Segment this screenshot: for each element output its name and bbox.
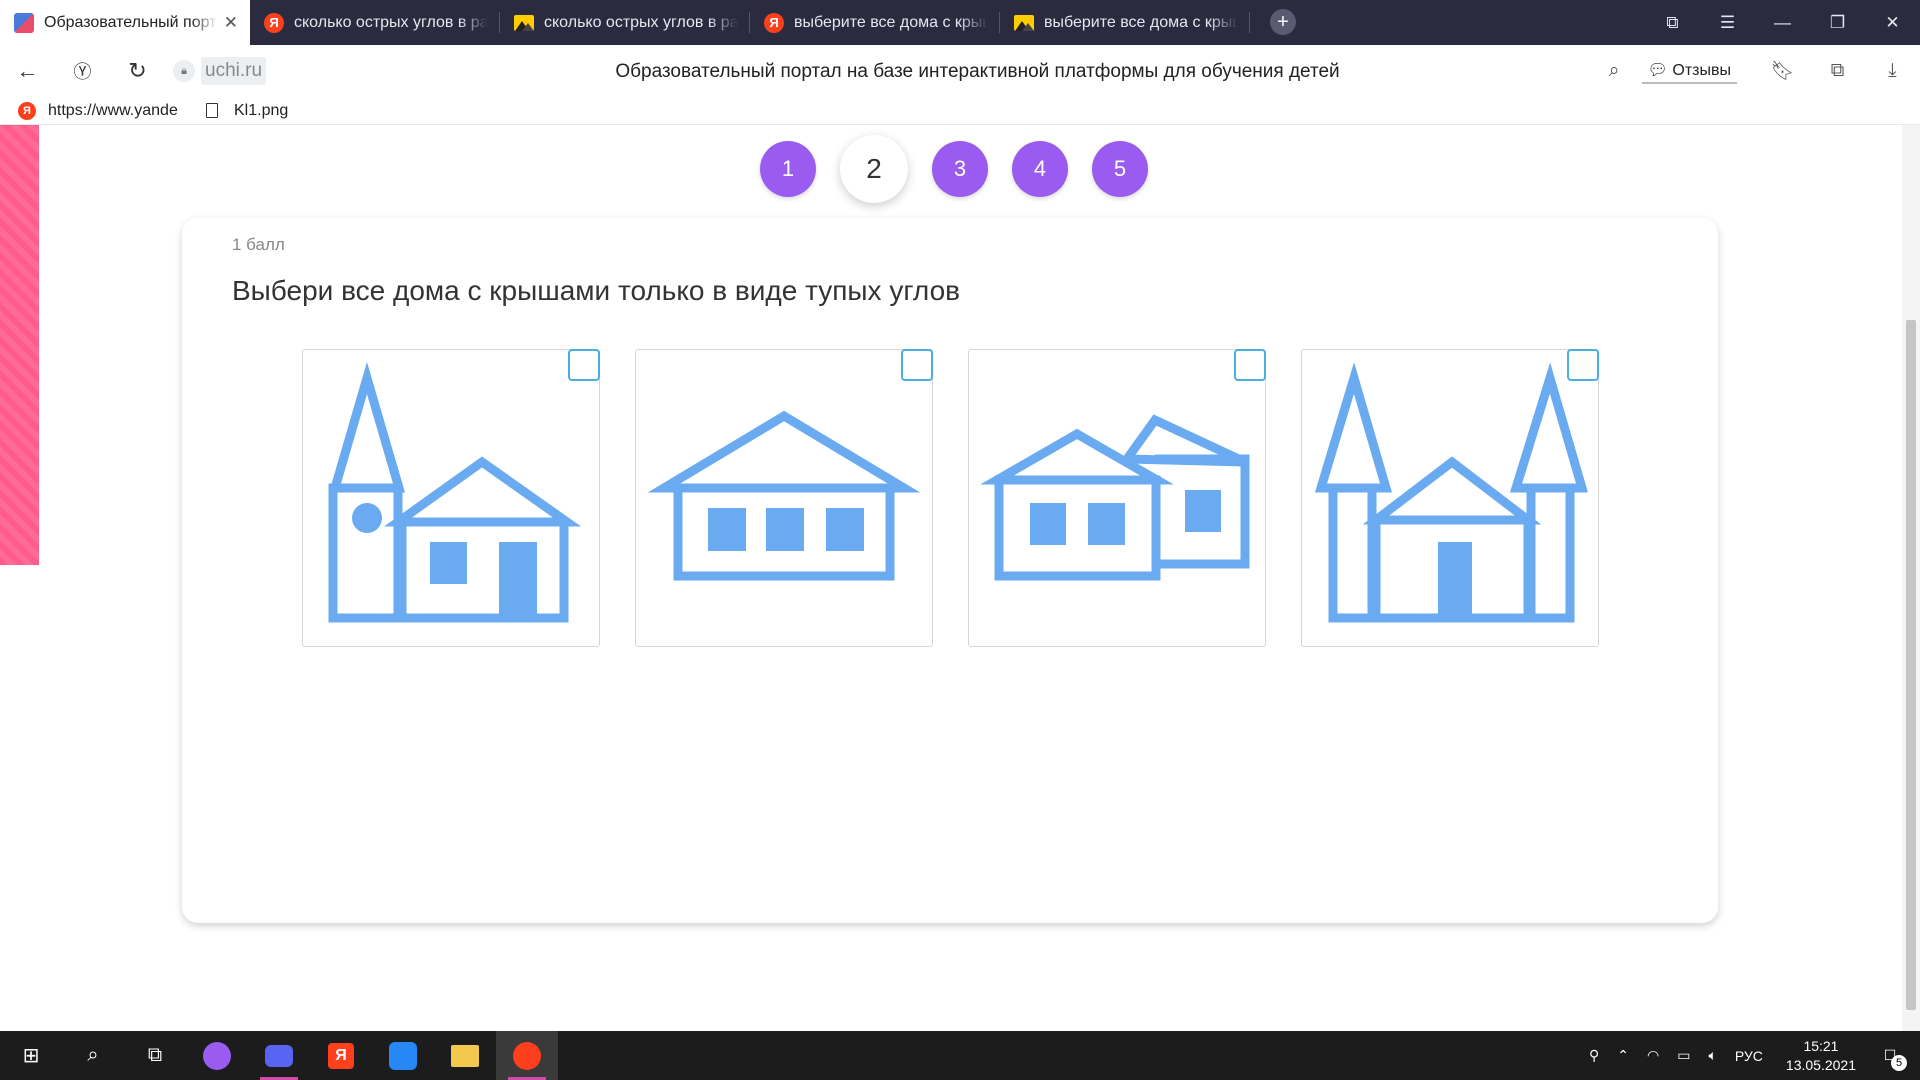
step-2-current[interactable]: 2 xyxy=(840,135,908,203)
minimize-icon[interactable]: — xyxy=(1755,13,1810,33)
wifi-icon[interactable]: ◠ xyxy=(1647,1047,1659,1064)
bookmark-icon[interactable]: 🔖︎ xyxy=(1755,59,1810,83)
answer-checkbox-1[interactable] xyxy=(568,349,600,381)
step-3[interactable]: 3 xyxy=(932,141,988,197)
house-with-tower-picture xyxy=(328,361,582,623)
search-page-icon[interactable]: ⌕ xyxy=(1587,60,1642,82)
url-domain[interactable]: uchi.ru xyxy=(201,57,267,85)
close-tab-icon[interactable]: ✕ xyxy=(224,13,238,33)
reviews-button[interactable]: 💬︎ Отзывы xyxy=(1641,58,1737,84)
battery-icon[interactable]: ▭ xyxy=(1677,1047,1690,1064)
tab-0[interactable]: Образовательный портал на базе интеракти… xyxy=(0,0,250,45)
new-tab-button[interactable]: + xyxy=(1270,9,1296,35)
two-houses-picture xyxy=(980,414,1250,581)
bookmark-label: https://www.yande xyxy=(48,101,178,119)
images-favicon-icon xyxy=(1014,13,1034,33)
download-icon[interactable]: ⤓ xyxy=(1865,60,1920,82)
uchi-favicon-icon xyxy=(14,12,34,33)
side-decoration xyxy=(0,125,39,565)
reviews-label: Отзывы xyxy=(1672,62,1731,79)
tab-1[interactable]: Я сколько острых углов в ра xyxy=(250,0,500,45)
tab-2[interactable]: сколько острых углов в ра xyxy=(500,0,750,45)
scrollbar-thumb[interactable] xyxy=(1906,320,1916,1010)
tab-3[interactable]: Я выберите все дома с крыш xyxy=(750,0,1000,45)
answer-option-4[interactable] xyxy=(1301,349,1599,647)
address-bar: ← Ⓨ ↻ 🔒︎ uchi.ru Образовательный портал … xyxy=(0,45,1920,97)
tab-bar: Образовательный портал на базе интеракти… xyxy=(0,0,1920,45)
yandex-favicon-icon: Я xyxy=(764,12,784,33)
people-icon[interactable]: ⚲ xyxy=(1589,1047,1599,1064)
yandex-browser-icon[interactable] xyxy=(496,1031,558,1080)
answer-option-2[interactable] xyxy=(635,349,933,647)
notifications-icon[interactable]: ☐ 5 xyxy=(1870,1047,1910,1071)
bookmark-item[interactable]: Я https://www.yande xyxy=(18,101,188,120)
step-5[interactable]: 5 xyxy=(1092,141,1148,197)
file-explorer-icon[interactable] xyxy=(434,1031,496,1080)
house-with-windows-picture xyxy=(647,410,921,581)
images-favicon-icon xyxy=(514,13,534,33)
answer-options xyxy=(302,349,1634,647)
discord-icon[interactable] xyxy=(248,1031,310,1080)
page-scrollbar[interactable] xyxy=(1902,125,1920,1031)
notification-count: 5 xyxy=(1891,1055,1907,1071)
yandex-favicon-icon: Я xyxy=(264,12,284,33)
page-content: 1 2 3 4 5 1 балл Выбери все дома с крыша… xyxy=(0,125,1920,1031)
tab-title: выберите все дома с крыш xyxy=(1044,13,1238,31)
tab-title: сколько острых углов в ра xyxy=(294,13,488,31)
step-1[interactable]: 1 xyxy=(760,141,816,197)
house-with-towers-picture xyxy=(1314,362,1588,623)
collections-icon[interactable]: ⧉ xyxy=(1810,60,1865,82)
answer-checkbox-2[interactable] xyxy=(901,349,933,381)
tab-title: выберите все дома с крыш xyxy=(794,13,988,31)
lock-icon[interactable]: 🔒︎ xyxy=(173,60,195,82)
tab-list-icon[interactable]: ⧉ xyxy=(1645,13,1700,33)
answer-checkbox-4[interactable] xyxy=(1567,349,1599,381)
vk-icon[interactable] xyxy=(372,1031,434,1080)
step-4[interactable]: 4 xyxy=(1012,141,1068,197)
window-controls: ⧉ ☰ — ❐ ✕ xyxy=(1645,0,1920,45)
yandex-favicon-icon: Я xyxy=(18,101,36,120)
bookmarks-bar: Я https://www.yande Kl1.png xyxy=(0,97,1920,125)
answer-checkbox-3[interactable] xyxy=(1234,349,1266,381)
system-tray: ⚲ ⌃ ◠ ▭ 🔈︎ РУС 15:21 13.05.2021 ☐ 5 xyxy=(1580,1031,1920,1080)
question-steps: 1 2 3 4 5 xyxy=(760,135,1172,203)
restore-icon[interactable]: ❐ xyxy=(1810,13,1865,33)
points-label: 1 балл xyxy=(232,235,285,254)
tab-title: сколько острых углов в ра xyxy=(544,13,738,31)
tab-title: Образовательный портал на базе интеракти… xyxy=(44,13,218,31)
close-window-icon[interactable]: ✕ xyxy=(1865,13,1920,33)
question-card: 1 балл Выбери все дома с крышами только … xyxy=(182,218,1718,923)
answer-option-1[interactable] xyxy=(302,349,600,647)
reload-icon[interactable]: ↻ xyxy=(110,58,165,84)
chevron-up-icon[interactable]: ⌃ xyxy=(1617,1047,1629,1064)
tab-4[interactable]: выберите все дома с крыш xyxy=(1000,0,1250,45)
clock[interactable]: 15:21 13.05.2021 xyxy=(1786,1037,1856,1075)
alice-icon[interactable] xyxy=(186,1031,248,1080)
bookmark-label: Kl1.png xyxy=(234,101,289,119)
menu-icon[interactable]: ☰ xyxy=(1700,13,1755,33)
yandex-home-icon[interactable]: Ⓨ xyxy=(55,58,110,84)
back-arrow-icon[interactable]: ← xyxy=(0,58,55,84)
answer-option-3[interactable] xyxy=(968,349,1266,647)
bookmark-item[interactable]: Kl1.png xyxy=(206,102,376,120)
clock-time: 15:21 xyxy=(1803,1037,1839,1054)
language-indicator[interactable]: РУС xyxy=(1735,1048,1763,1064)
clock-date: 13.05.2021 xyxy=(1785,1056,1856,1073)
volume-icon[interactable]: 🔈︎ xyxy=(1708,1047,1716,1064)
file-icon xyxy=(206,103,218,118)
windows-start-icon[interactable]: ⊞ xyxy=(0,1031,62,1080)
search-icon[interactable]: ⌕ xyxy=(62,1031,124,1080)
yandex-app-icon[interactable]: Я xyxy=(310,1031,372,1080)
windows-taskbar: ⊞ ⌕ ⧉ Я ⚲ ⌃ ◠ ▭ 🔈︎ РУС 15:21 13.05.2021 … xyxy=(0,1031,1920,1080)
question-text: Выбери все дома с крышами только в виде … xyxy=(232,275,961,306)
task-view-icon[interactable]: ⧉ xyxy=(124,1031,186,1080)
